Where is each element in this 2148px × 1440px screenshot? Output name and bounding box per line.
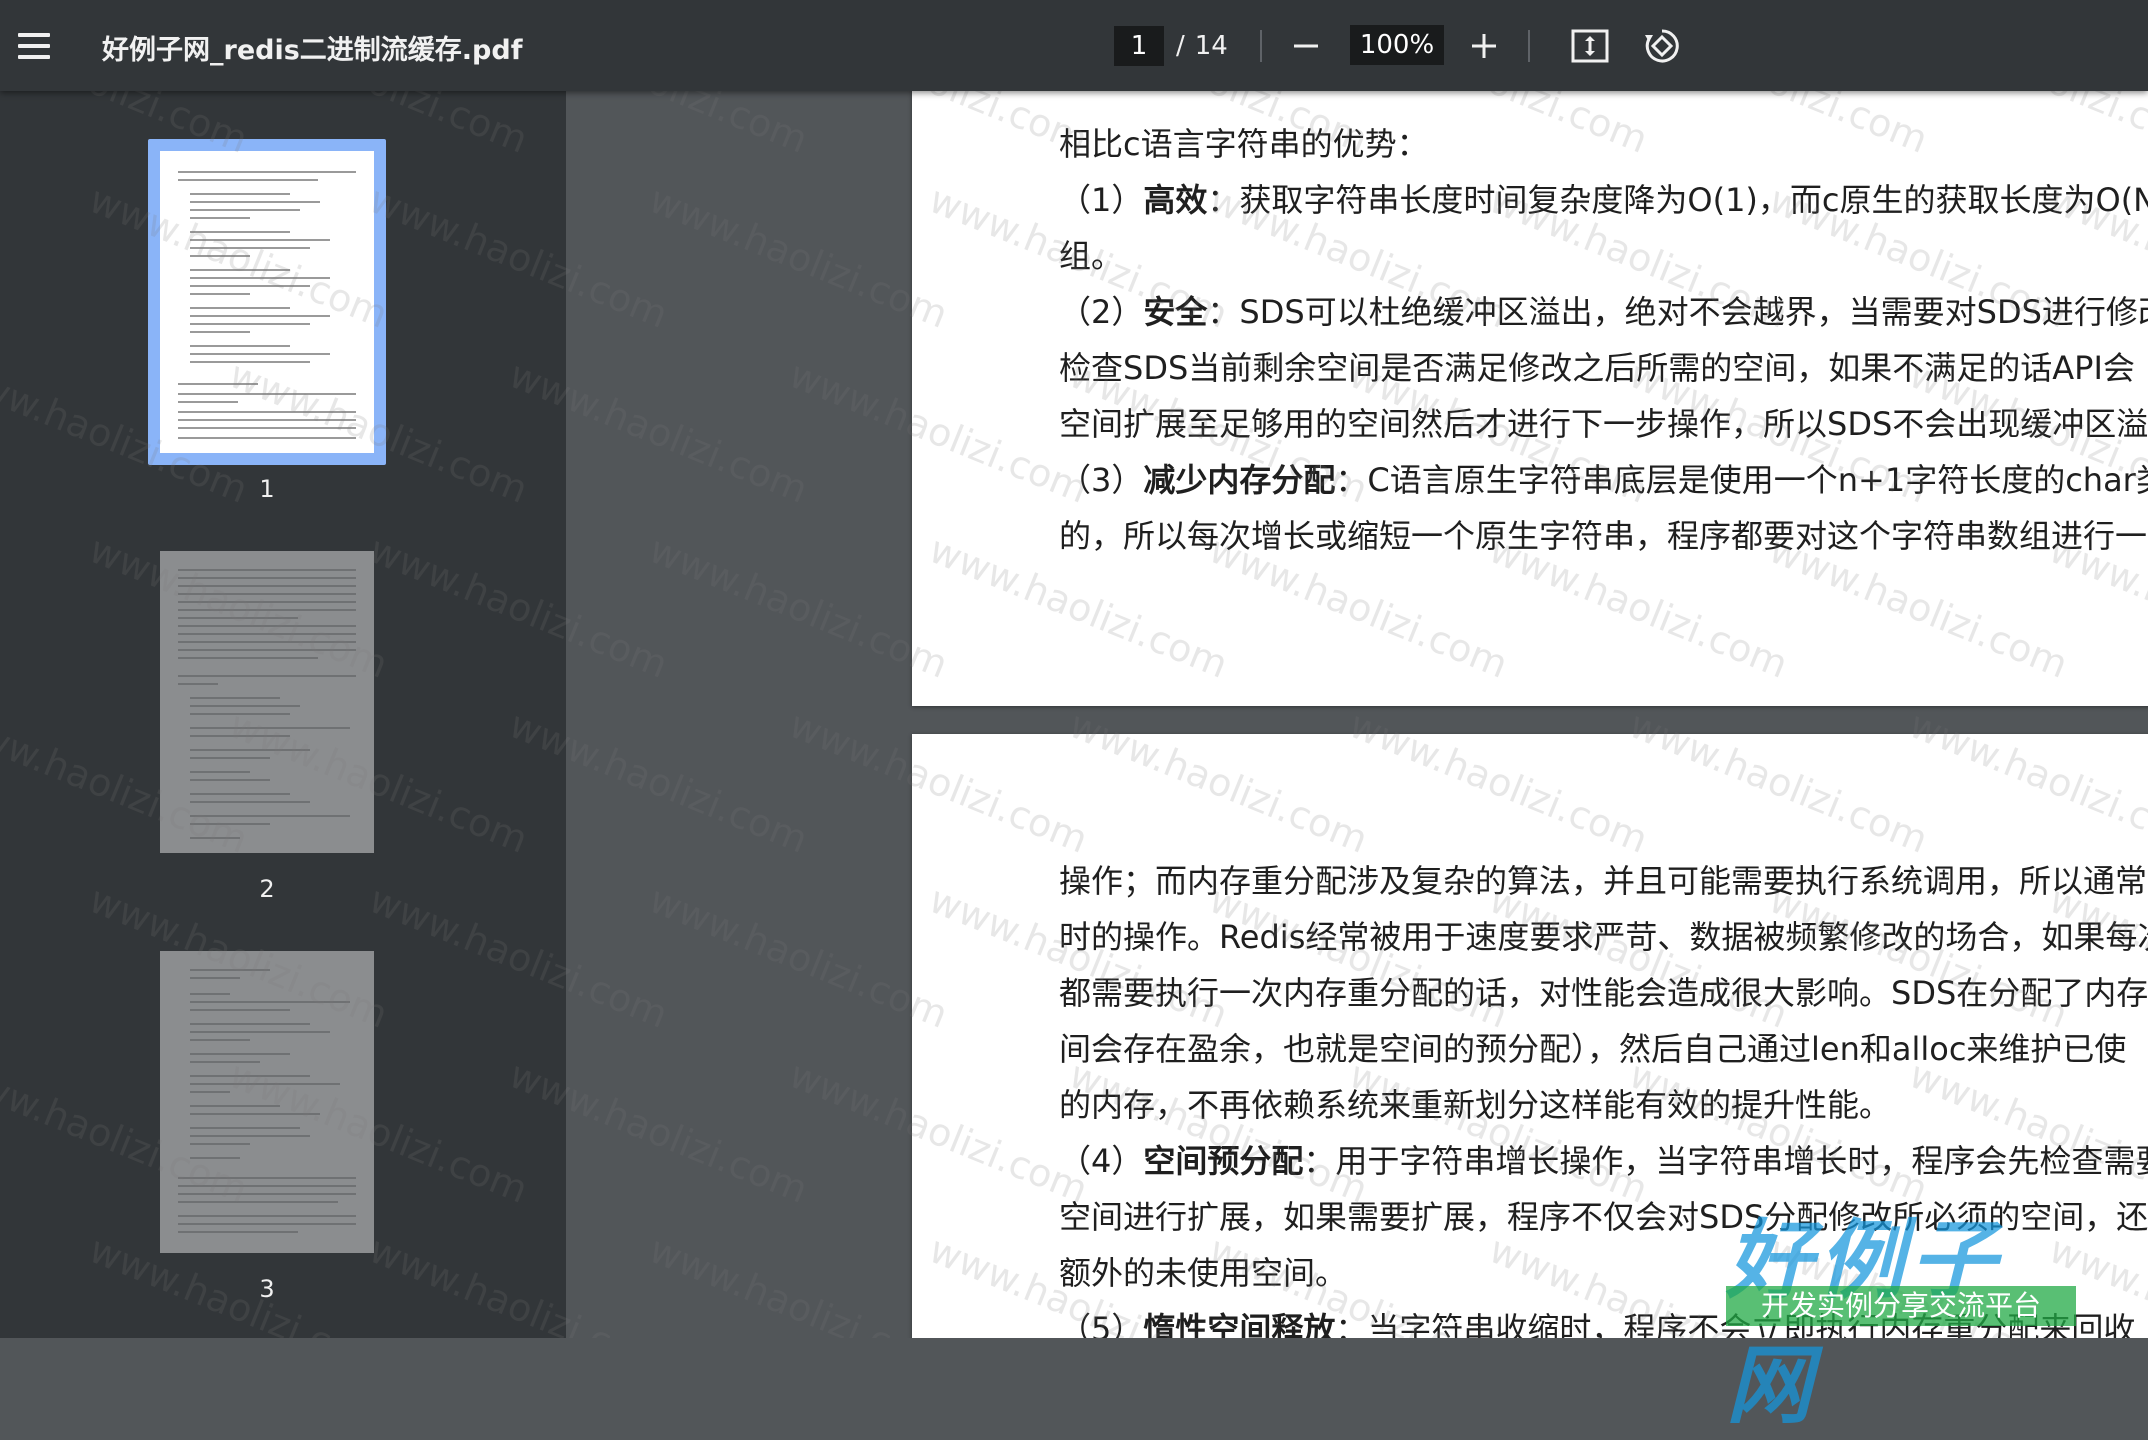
text-line: 间会存在盈余，也就是空间的预分配），然后自己通过len和alloc来维护已使	[1059, 1024, 2126, 1070]
thumbnail-image	[160, 151, 374, 453]
thumbnail-image	[160, 951, 374, 1253]
thumbnail-label: 3	[160, 1275, 374, 1303]
thumbnail-sidebar: 1	[0, 91, 566, 1338]
text-line: 都需要执行一次内存重分配的话，对性能会造成很大影响。SDS在分配了内存	[1059, 968, 2148, 1014]
text-line: （2）安全：SDS可以杜绝缓冲区溢出，绝对不会越界，当需要对SDS进行修改	[1059, 287, 2148, 333]
document-title: 好例子网_redis二进制流缓存.pdf	[102, 28, 522, 67]
document-viewer[interactable]: 相比c语言字符串的优势： （1）高效：获取字符串长度时间复杂度降为O(1)，而c…	[566, 91, 2148, 1338]
page-number-input[interactable]	[1114, 26, 1164, 66]
text-line: 空间扩展至足够用的空间然后才进行下一步操作，所以SDS不会出现缓冲区溢	[1059, 399, 2148, 445]
rotate-icon[interactable]	[1638, 22, 1686, 70]
text-line: 检查SDS当前剩余空间是否满足修改之后所需的空间，如果不满足的话API会	[1059, 343, 2135, 389]
toolbar-divider	[1260, 30, 1262, 62]
pdf-page-2: 操作；而内存重分配涉及复杂的算法，并且可能需要执行系统调用，所以通常 时的操作。…	[912, 734, 2148, 1338]
text-line: （1）高效：获取字符串长度时间复杂度降为O(1)，而c原生的获取长度为O(N	[1059, 175, 2148, 221]
page-separator: /	[1176, 31, 1185, 61]
pdf-toolbar: 好例子网_redis二进制流缓存.pdf / 14	[0, 0, 2148, 91]
text-line: 额外的未使用空间。	[1059, 1248, 1347, 1294]
zoom-level-input[interactable]	[1350, 25, 1444, 65]
text-line: （5）惰性空间释放：当字符串收缩时，程序不会立即执行内存重分配来回收	[1059, 1304, 2135, 1338]
text-line: （4）空间预分配：用于字符串增长操作，当字符串增长时，程序会先检查需要	[1059, 1136, 2148, 1182]
text-line: 空间进行扩展，如果需要扩展，程序不仅会对SDS分配修改所必须的空间，还	[1059, 1192, 2148, 1238]
thumbnail-page-1[interactable]: 1	[148, 139, 386, 499]
thumbnail-label: 1	[148, 475, 386, 503]
thumbnail-label: 2	[160, 875, 374, 903]
thumbnail-image	[160, 551, 374, 853]
toolbar-divider	[1528, 30, 1530, 62]
text-line: 相比c语言字符串的优势：	[1059, 119, 1429, 165]
zoom-out-icon[interactable]	[1282, 22, 1330, 70]
text-line: 的内存，不再依赖系统来重新划分这样能有效的提升性能。	[1059, 1080, 1891, 1126]
zoom-in-icon[interactable]	[1460, 22, 1508, 70]
page-total: 14	[1195, 31, 1228, 61]
text-line: 的，所以每次增长或缩短一个原生字符串，程序都要对这个字符串数组进行一	[1059, 511, 2147, 557]
text-line: 时的操作。Redis经常被用于速度要求严苛、数据被频繁修改的场合，如果每次	[1059, 912, 2148, 958]
thumbnail-page-3[interactable]: 3	[160, 951, 374, 1301]
text-line: 操作；而内存重分配涉及复杂的算法，并且可能需要执行系统调用，所以通常	[1059, 856, 2147, 902]
text-line: 组。	[1059, 231, 1123, 277]
thumbnail-page-2[interactable]: 2	[160, 551, 374, 901]
menu-icon[interactable]	[14, 26, 54, 66]
page-selector: / 14	[1114, 22, 1228, 70]
fit-to-page-icon[interactable]	[1566, 22, 1614, 70]
text-line: （3）减少内存分配：C语言原生字符串底层是使用一个n+1字符长度的char类	[1059, 455, 2148, 501]
pdf-page-1: 相比c语言字符串的优势： （1）高效：获取字符串长度时间复杂度降为O(1)，而c…	[912, 91, 2148, 706]
